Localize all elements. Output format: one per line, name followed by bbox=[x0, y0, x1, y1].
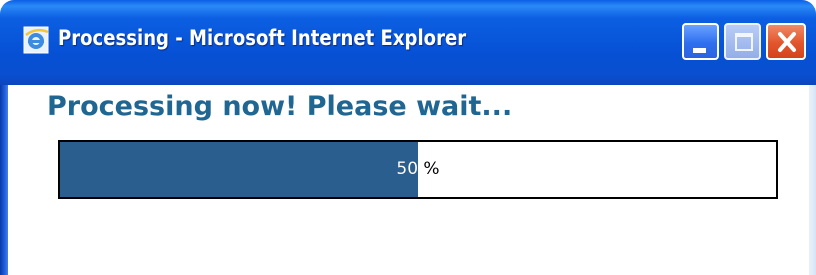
internet-explorer-icon bbox=[23, 26, 49, 54]
maximize-button[interactable] bbox=[724, 23, 761, 60]
progress-label-overlay: 50 % bbox=[60, 142, 418, 197]
title-bar[interactable]: Processing - Microsoft Internet Explorer bbox=[0, 0, 816, 85]
progress-bar: 50 % 50 % bbox=[58, 140, 778, 199]
progress-label-inverse: 50 % bbox=[396, 159, 418, 179]
minimize-button[interactable] bbox=[682, 23, 719, 60]
window-frame-left bbox=[0, 85, 8, 275]
window-title: Processing - Microsoft Internet Explorer bbox=[58, 26, 467, 50]
browser-window: Processing - Microsoft Internet Explorer… bbox=[0, 0, 816, 275]
minimize-icon bbox=[693, 48, 706, 53]
maximize-icon bbox=[735, 33, 753, 51]
window-frame-right bbox=[809, 85, 816, 275]
close-icon bbox=[778, 32, 796, 52]
close-button[interactable] bbox=[766, 23, 806, 60]
processing-heading: Processing now! Please wait... bbox=[47, 91, 513, 122]
